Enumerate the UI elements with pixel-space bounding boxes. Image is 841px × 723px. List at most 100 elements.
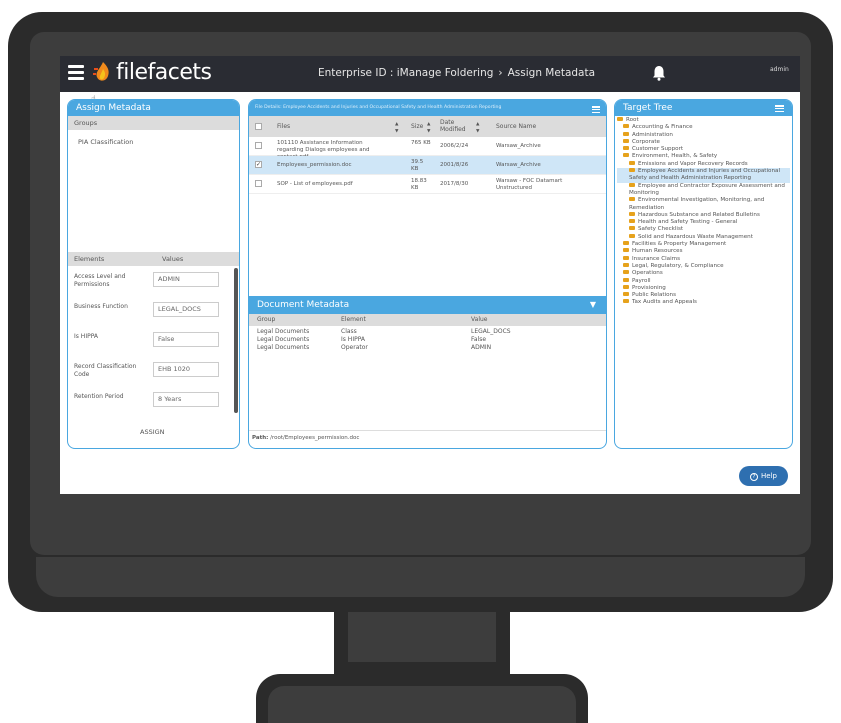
folder-icon [629,197,635,202]
assign-button[interactable]: ASSIGN [140,428,165,436]
folder-icon [629,182,635,187]
path-bar: Path: /root/Employees_permission.doc [249,430,606,444]
tree-node-label: Employee Accidents and Injuries and Occu… [629,168,780,182]
sort-files-icon[interactable]: ▲ ▼ [395,121,398,135]
tree-node-selected[interactable]: Employee Accidents and Injuries and Occu… [617,168,790,183]
tree-node-label: Operations [632,270,663,277]
breadcrumb-separator: › [498,67,503,79]
tree-node-label: Customer Support [632,146,684,153]
metadata-group: Legal Documents [257,328,310,335]
metadata-row: Legal Documents Class LEGAL_DOCS [249,328,606,336]
tree-node[interactable]: Public Relations [617,292,790,299]
tree-node[interactable]: Facilities & Property Management [617,241,790,248]
file-checkbox[interactable] [255,142,262,149]
folder-icon [617,117,623,121]
help-button[interactable]: ? Help [739,466,788,486]
tree-node[interactable]: Hazardous Substance and Related Bulletin… [617,211,790,219]
logo-flame-icon [93,62,109,81]
target-tree: Root Accounting & Finance Administration Co… [615,116,792,308]
tree-node[interactable]: Environment, Health, & Safety [617,153,790,160]
tree-node[interactable]: Provisioning [617,284,790,292]
file-row[interactable]: 101110 Assistance Information regarding … [249,137,606,160]
folder-icon [623,241,629,246]
group-item-pia[interactable]: PIA Classification [78,138,239,146]
chevron-down-icon[interactable]: ▼ [590,300,596,309]
file-table: Files ▲ ▼ Size ▲ ▼ Date Modified ▲ ▼ Source… [249,116,606,194]
file-source: Warsaw_Archive [496,162,541,168]
user-menu[interactable]: admin [770,66,789,73]
tree-node-label: Root [626,117,639,123]
file-details-menu-icon[interactable] [592,106,600,114]
group-list: PIA Classification [68,130,239,252]
tree-node[interactable]: Accounting & Finance [617,124,790,131]
col-size[interactable]: Size [411,123,423,130]
col-group: Group [257,316,276,323]
sort-date-icon[interactable]: ▲ ▼ [476,121,479,135]
tree-node[interactable]: Tax Audits and Appeals [617,299,790,306]
hamburger-menu-icon[interactable] [68,65,84,80]
metadata-element: Class [341,328,357,335]
file-row[interactable]: SOP - List of employees.pdf 18.83 KB 201… [249,175,606,194]
values-header: Values [162,255,184,263]
tree-node-label: Safety Checklist [638,226,684,233]
element-value-field[interactable]: False [153,332,219,347]
element-value-field[interactable]: EHB 1020 [153,362,219,377]
tree-node[interactable]: Insurance Claims [617,255,790,263]
file-name[interactable]: SOP - List of employees.pdf [277,181,353,188]
document-metadata-header[interactable]: Document Metadata ▼ [249,296,606,314]
folder-icon [623,248,629,253]
tree-node-label: Legal, Regulatory, & Compliance [632,262,724,269]
element-value-field[interactable]: LEGAL_DOCS [153,302,219,317]
breadcrumb-root[interactable]: Enterprise ID : iManage Foldering [318,67,493,79]
tree-node[interactable]: Corporate [617,138,790,146]
tree-node[interactable]: Health and Safety Testing - General [617,219,790,226]
folder-icon [629,160,635,165]
elements-header-row: Elements Values [68,252,239,266]
app-logo[interactable]: filefacets [116,60,212,85]
tree-node-label: Environmental Investigation, Monitoring,… [629,197,765,211]
folder-icon [623,124,629,129]
folder-icon [629,219,635,224]
file-checkbox[interactable] [255,180,262,187]
tree-node[interactable]: Safety Checklist [617,226,790,233]
tree-node[interactable]: Legal, Regulatory, & Compliance [617,262,790,270]
tree-node-label: Provisioning [632,284,666,291]
target-tree-menu-icon[interactable] [775,105,784,113]
tree-node[interactable]: Payroll [617,277,790,285]
folder-icon [623,153,629,158]
tree-node-label: Administration [632,131,673,138]
tree-node-label: Facilities & Property Management [632,241,727,248]
tree-node[interactable]: Human Resources [617,248,790,255]
sort-size-icon[interactable]: ▲ ▼ [427,121,430,135]
tree-node[interactable]: Root [617,117,790,124]
breadcrumb-current: Assign Metadata [507,67,596,79]
tree-node[interactable]: Emissions and Vapor Recovery Records [617,160,790,168]
element-label: Is HIPPA [74,333,99,340]
element-label: Business Function [74,303,128,310]
col-source-name[interactable]: Source Name [496,123,536,130]
tree-node[interactable]: Environmental Investigation, Monitoring,… [617,197,790,212]
tree-node-label: Hazardous Substance and Related Bulletin… [638,211,760,218]
tree-node[interactable]: Customer Support [617,146,790,153]
file-date: 2001/8/26 [440,162,469,168]
file-row-selected[interactable]: ✓ Employees_permission.doc 39.5 KB 2001/… [249,156,606,175]
tree-node-label: Accounting & Finance [632,124,693,131]
file-name[interactable]: Employees_permission.doc [277,162,352,169]
col-files[interactable]: Files [277,123,290,130]
metadata-value: False [471,336,487,343]
select-all-checkbox[interactable] [255,123,262,130]
tree-node-label: Human Resources [632,248,683,255]
file-checkbox-checked[interactable]: ✓ [255,161,262,168]
folder-icon [623,131,629,136]
bell-icon[interactable] [652,65,666,81]
folder-icon [629,168,635,173]
element-value-field[interactable]: 8 Years [153,392,219,407]
tree-node[interactable]: Solid and Hazardous Waste Management [617,233,790,241]
tree-node[interactable]: Employee and Contractor Exposure Assessm… [617,182,790,198]
elements-scrollbar[interactable] [234,268,238,413]
tree-node[interactable]: Operations [617,270,790,277]
target-tree-title: Target Tree [615,100,792,116]
col-date-modified[interactable]: Date Modified [440,119,472,133]
element-value-field[interactable]: ADMIN [153,272,219,287]
tree-node[interactable]: Administration [617,131,790,139]
